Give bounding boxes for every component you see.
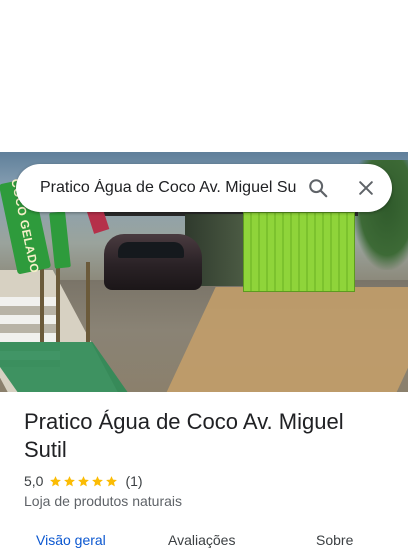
search-button[interactable] xyxy=(296,166,340,210)
photo-car xyxy=(104,234,202,290)
photo-pole xyxy=(40,262,44,342)
photo-pole xyxy=(56,262,60,342)
rating-stars xyxy=(49,475,119,488)
place-category[interactable]: Loja de produtos naturais xyxy=(24,493,182,509)
rating-value: 5,0 xyxy=(24,473,44,489)
clear-button[interactable] xyxy=(344,166,388,210)
star-icon xyxy=(50,475,62,486)
photo-pole xyxy=(86,262,90,342)
photo-banner-small xyxy=(49,211,71,269)
star-icon xyxy=(64,475,76,486)
review-count[interactable]: (1) xyxy=(125,473,142,489)
place-tabs: Visão geral Avaliações Sobre xyxy=(0,530,408,560)
star-icon xyxy=(92,475,104,486)
tab-overview[interactable]: Visão geral xyxy=(36,532,106,548)
tab-about[interactable]: Sobre xyxy=(316,532,353,548)
search-input[interactable]: Pratico Água de Coco Av. Miguel Sutil xyxy=(16,179,296,197)
star-icon xyxy=(106,475,118,486)
top-blank-area xyxy=(0,0,408,152)
rating-row[interactable]: 5,0 (1) xyxy=(24,472,143,490)
photo-green-container xyxy=(243,212,355,292)
close-icon xyxy=(359,181,373,195)
tab-reviews[interactable]: Avaliações xyxy=(168,532,235,548)
star-icon xyxy=(78,475,90,486)
search-bar[interactable]: Pratico Água de Coco Av. Miguel Sutil xyxy=(16,164,392,212)
search-icon xyxy=(309,179,328,198)
place-title: Pratico Água de Coco Av. Miguel Sutil xyxy=(24,409,344,462)
